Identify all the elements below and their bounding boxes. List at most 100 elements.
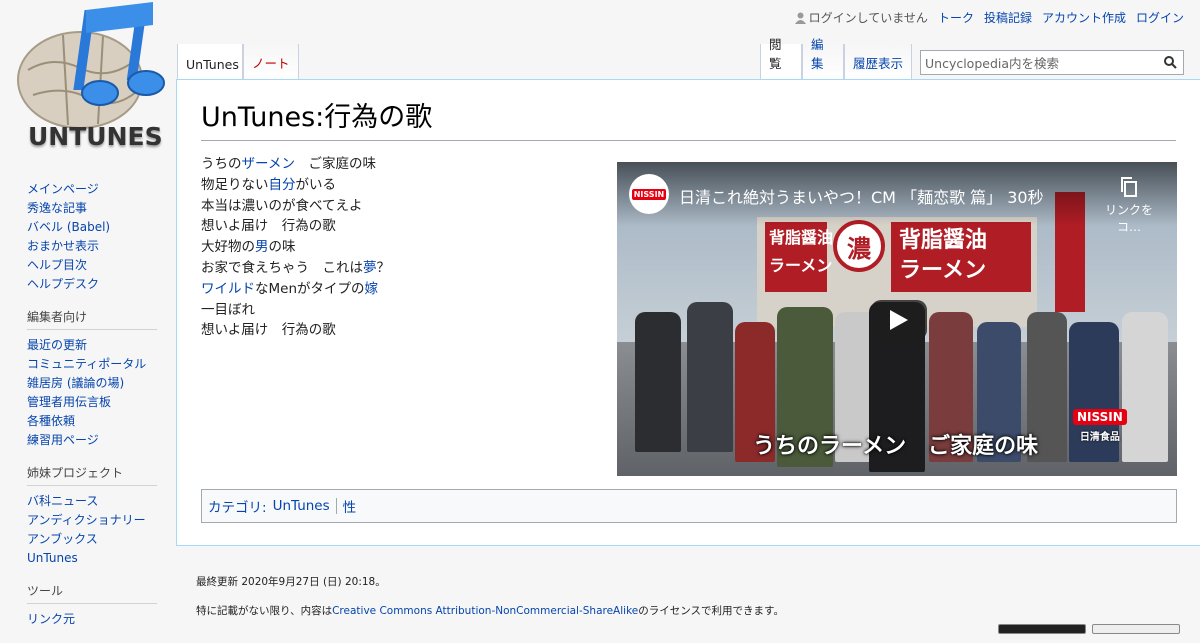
- lyric-link[interactable]: 嫁: [365, 281, 379, 297]
- license-link[interactable]: Creative Commons Attribution-NonCommerci…: [332, 605, 638, 617]
- content-area: UnTunes:行為の歌 うちのザーメン ご家庭の味 物足りない自分がいる 本当…: [176, 79, 1200, 546]
- play-icon: [890, 310, 908, 330]
- personal-tools: ログインしていません トーク 投稿記録 アカウント作成 ログイン: [794, 9, 1184, 26]
- lyric-line: 想いよ届け 行為の歌: [201, 322, 336, 339]
- sidebar-item-babel[interactable]: バベル (Babel): [27, 220, 110, 234]
- lyric-line: ワイルドなMenがタイプの嫁: [201, 279, 390, 300]
- video-brand: NISSIN 日清食品: [1073, 406, 1127, 443]
- lyric-link[interactable]: 自分: [269, 177, 296, 193]
- not-logged-in: ログインしていません: [794, 9, 928, 26]
- sidebar-item-community-portal[interactable]: コミュニティポータル: [27, 357, 146, 371]
- lyric-text: ご家庭の味: [294, 156, 376, 172]
- sidebar-item-featured[interactable]: 秀逸な記事: [27, 201, 87, 215]
- lyric-text: お家で食えちゃう これは: [201, 259, 363, 276]
- channel-avatar[interactable]: NISSIN: [629, 174, 669, 214]
- sidebar-item-undictionary[interactable]: アンディクショナリー: [27, 513, 146, 527]
- tab-page[interactable]: UnTunes: [177, 44, 243, 80]
- play-button[interactable]: [871, 300, 927, 340]
- search-box[interactable]: Uncyclopedia内を検索: [920, 50, 1184, 75]
- puzzle-globe-icon: [17, 2, 165, 129]
- create-account-link[interactable]: アカウント作成: [1042, 9, 1126, 26]
- lyric-link[interactable]: ワイルド: [201, 281, 255, 297]
- sidebar-item-random[interactable]: おまかせ表示: [27, 239, 99, 253]
- tab-read-label: 閲覧: [769, 37, 782, 71]
- sidebar-item-unbooks[interactable]: アンブックス: [27, 532, 98, 546]
- talk-link[interactable]: トーク: [938, 9, 974, 26]
- sidebar-item-recent-changes[interactable]: 最近の更新: [27, 338, 87, 352]
- lyric-text: 大好物の: [201, 239, 255, 256]
- video-sign-left-text: 背脂醤油: [769, 228, 834, 247]
- lyric-text: ？: [376, 259, 391, 276]
- channel-badge: NISSIN: [631, 188, 667, 200]
- sidebar-item-untunes[interactable]: UnTunes: [27, 551, 78, 565]
- lyric-link[interactable]: 男: [255, 239, 269, 255]
- lyrics: うちのザーメン ご家庭の味 物足りない自分がいる 本当は濃いのが食べてえよ 想い…: [201, 154, 390, 341]
- category-item[interactable]: 性: [343, 496, 357, 516]
- sidebar-heading-tools: ツール: [27, 582, 157, 604]
- sidebar-item-help-contents[interactable]: ヘルプ目次: [27, 258, 87, 272]
- copy-icon: [1121, 177, 1137, 197]
- sidebar-heading-sister: 姉妹プロジェクト: [27, 464, 157, 486]
- video-embed[interactable]: 背脂醤油 ラーメン 背脂醤油 ラーメン 濃 NISSIN 日清これ絶対うまいやつ…: [617, 162, 1177, 476]
- sidebar-sister-projects: 姉妹プロジェクト バ科ニュース アンディクショナリー アンブックス UnTune…: [27, 464, 157, 568]
- video-sign-right-text: 背脂醤油: [899, 227, 988, 253]
- lyric-text: うちの: [201, 156, 242, 172]
- sidebar-item-unnews[interactable]: バ科ニュース: [27, 494, 98, 508]
- lyric-line: 大好物の男の味: [201, 237, 390, 258]
- license-text: のライセンスで利用できます。: [638, 605, 784, 617]
- sidebar-item-what-links-here[interactable]: リンク元: [27, 612, 75, 626]
- tab-talk-label: ノート: [252, 56, 290, 71]
- category-item[interactable]: UnTunes: [273, 498, 330, 514]
- sidebar-item-help-desk[interactable]: ヘルプデスク: [27, 277, 99, 291]
- video-title[interactable]: 日清これ絶対うまいやつ！CM 「麺恋歌 篇」 30秒: [679, 184, 1079, 208]
- page-title: UnTunes:行為の歌: [201, 98, 1176, 141]
- lyric-link[interactable]: 夢: [363, 260, 377, 276]
- video-sign-right-text-2: ラーメン: [899, 257, 987, 283]
- tab-read[interactable]: 閲覧: [760, 37, 802, 80]
- tab-page-label: UnTunes: [186, 57, 239, 72]
- search-input[interactable]: Uncyclopedia内を検索: [925, 53, 1161, 72]
- lyric-line: 本当は濃いのが食べてえよ: [201, 197, 363, 214]
- sidebar-item-requests[interactable]: 各種依頼: [27, 414, 75, 428]
- powered-by-badge[interactable]: [1092, 624, 1180, 634]
- search-icon: [1163, 56, 1177, 69]
- sidebar-item-village-pump[interactable]: 雑居房 (議論の場): [27, 376, 124, 390]
- copy-link-button[interactable]: リンクをコ…: [1099, 176, 1159, 235]
- contributions-link[interactable]: 投稿記録: [984, 9, 1032, 26]
- video-person: [1122, 312, 1168, 462]
- sidebar-item-sandbox[interactable]: 練習用ページ: [27, 433, 99, 447]
- tab-talk[interactable]: ノート: [243, 44, 299, 80]
- tab-history-label: 履歴表示: [853, 56, 904, 71]
- sidebar-item-main-page[interactable]: メインページ: [27, 182, 99, 196]
- sidebar-tools: ツール リンク元: [27, 582, 157, 629]
- lyric-link[interactable]: ザーメン: [242, 156, 295, 172]
- cc-license-badge[interactable]: [998, 624, 1086, 634]
- lyric-line: うちのザーメン ご家庭の味: [201, 154, 390, 175]
- sidebar-item-admin-board[interactable]: 管理者用伝言板: [27, 395, 111, 409]
- lyric-text: なMenがタイプの: [255, 280, 365, 297]
- copy-link-label: リンクをコ…: [1104, 203, 1153, 234]
- lyric-line: 物足りない自分がいる: [201, 175, 390, 196]
- footer: 最終更新 2020年9月27日 (日) 20:18。 特に記載がない限り、内容は…: [196, 574, 784, 632]
- license-text: 特に記載がない限り、内容は: [196, 605, 333, 617]
- lyric-line: お家で食えちゃう これは夢？: [201, 258, 390, 279]
- category-links: カテゴリ: UnTunes 性: [201, 489, 1177, 523]
- tab-history[interactable]: 履歴表示: [844, 44, 912, 80]
- tab-edit[interactable]: 編集: [802, 37, 844, 80]
- video-caption: うちのラーメン ご家庭の味: [753, 433, 1039, 459]
- lyric-text: の味: [268, 239, 296, 256]
- footer-last-modified: 最終更新 2020年9月27日 (日) 20:18。: [196, 576, 386, 588]
- logo-text[interactable]: UNTUNES: [28, 122, 163, 151]
- login-link[interactable]: ログイン: [1136, 9, 1184, 26]
- user-icon: [794, 12, 806, 24]
- category-label[interactable]: カテゴリ:: [208, 496, 267, 516]
- brand-name: 日清食品: [1079, 432, 1120, 443]
- sidebar-heading-editors: 編集者向け: [27, 308, 157, 330]
- sidebar-navigation: メインページ 秀逸な記事 バベル (Babel) おまかせ表示 ヘルプ目次 ヘル…: [27, 180, 157, 294]
- lyric-text: がいる: [295, 176, 337, 193]
- video-person: [635, 312, 681, 452]
- tab-edit-label: 編集: [811, 37, 824, 71]
- not-logged-in-label: ログインしていません: [808, 11, 928, 25]
- lyric-line: 一目ぼれ: [201, 301, 255, 318]
- search-button[interactable]: [1161, 54, 1179, 72]
